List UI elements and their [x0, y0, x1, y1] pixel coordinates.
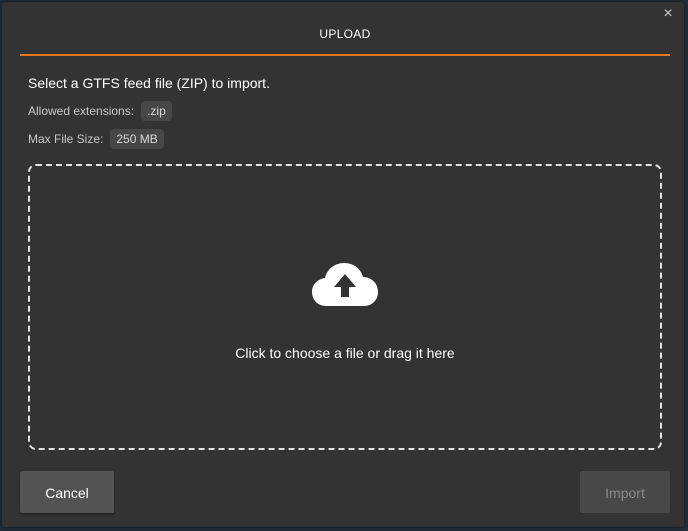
file-dropzone[interactable]: Click to choose a file or drag it here	[28, 164, 662, 450]
max-file-size-label: Max File Size:	[28, 132, 104, 146]
cancel-button[interactable]: Cancel	[20, 471, 114, 513]
max-file-size-row: Max File Size: 250 MB	[28, 129, 164, 149]
dialog-header: UPLOAD	[20, 2, 670, 56]
max-file-size-badge: 250 MB	[110, 129, 164, 149]
dialog-title: UPLOAD	[319, 27, 371, 41]
allowed-extensions-badge: .zip	[141, 101, 172, 121]
upload-instruction: Select a GTFS feed file (ZIP) to import.	[28, 75, 270, 91]
dropzone-text: Click to choose a file or drag it here	[235, 345, 455, 361]
import-button[interactable]: Import	[580, 471, 670, 513]
allowed-extensions-label: Allowed extensions:	[28, 104, 135, 118]
allowed-extensions-row: Allowed extensions: .zip	[28, 101, 172, 121]
cloud-upload-icon	[312, 263, 378, 306]
upload-dialog: × UPLOAD Select a GTFS feed file (ZIP) t…	[2, 2, 684, 527]
